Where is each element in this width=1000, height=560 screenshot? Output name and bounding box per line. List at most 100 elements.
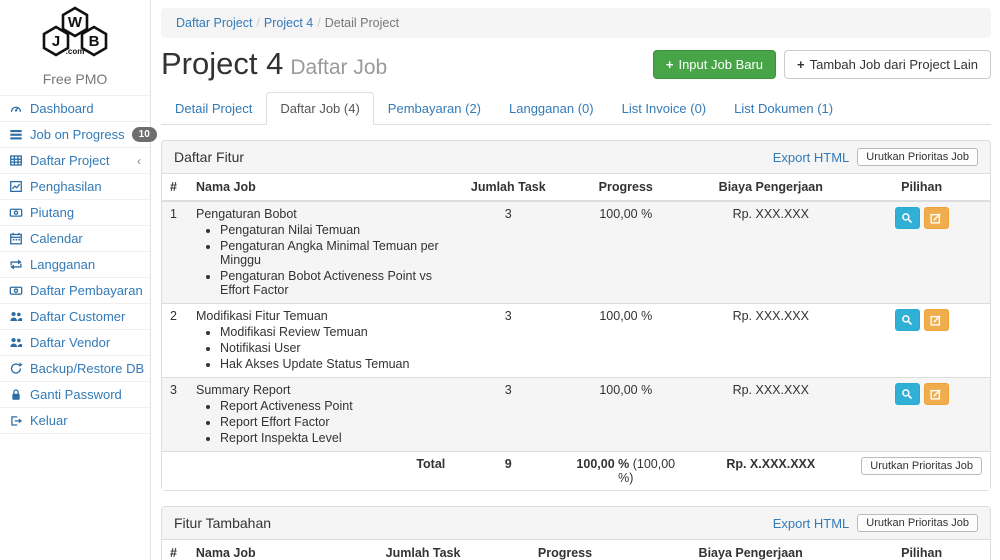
col-number: # [162,540,188,560]
view-job-button[interactable] [895,207,920,229]
tab-list-dokumen[interactable]: List Dokumen (1) [720,92,847,125]
table-row: 1 Pengaturan Bobot Pengaturan Nilai Temu… [162,201,990,304]
svg-text:J: J [52,33,60,50]
sidebar-item-label: Dashboard [30,101,94,116]
table-header-row: # Nama Job Jumlah Task Progress Biaya Pe… [162,540,990,560]
input-job-baru-button[interactable]: + Input Job Baru [653,50,776,79]
col-nama-job: Nama Job [188,540,364,560]
task-list-icon [9,128,23,141]
breadcrumb-separator: / [252,16,263,30]
sidebar-item-piutang[interactable]: Piutang [0,199,150,225]
breadcrumb: Daftar Project/Project 4/Detail Project [161,8,991,38]
svg-text:.com: .com [66,47,85,56]
main-content: Daftar Project/Project 4/Detail Project … [151,0,1000,560]
col-biaya-pengerjaan: Biaya Pengerjaan [688,174,853,201]
sidebar-item-daftar-pembayaran[interactable]: Daftar Pembayaran [0,277,150,303]
tab-pembayaran[interactable]: Pembayaran (2) [374,92,495,125]
progress-value: 100,00 % [563,201,688,304]
sidebar-item-job-on-progress[interactable]: Job on Progress 10 [0,121,150,147]
jumlah-task-value: 3 [453,304,563,378]
button-label: Tambah Job dari Project Lain [810,57,978,72]
tab-detail-project[interactable]: Detail Project [161,92,266,125]
money-icon [9,284,23,297]
col-number: # [162,174,188,201]
empty-cell [162,452,188,491]
progress-value: 100,00 % [563,304,688,378]
fitur-tambahan-table: # Nama Job Jumlah Task Progress Biaya Pe… [162,540,990,560]
sidebar-item-dashboard[interactable]: Dashboard [0,95,150,121]
sidebar-item-label: Backup/Restore DB [30,361,144,376]
jumlah-task-value: 3 [453,378,563,452]
app-logo: W J B .com [0,0,150,69]
edit-job-button[interactable] [924,207,949,229]
view-job-button[interactable] [895,309,920,331]
sidebar-item-keluar[interactable]: Keluar [0,407,150,434]
repeat-icon [9,258,23,271]
pilihan-cell [853,378,990,452]
edit-job-button[interactable] [924,383,949,405]
refresh-icon [9,362,23,375]
calendar-icon [9,232,23,245]
sidebar-item-penghasilan[interactable]: Penghasilan [0,173,150,199]
breadcrumb-daftar-project[interactable]: Daftar Project [176,16,252,30]
sidebar-item-backup-restore-db[interactable]: Backup/Restore DB [0,355,150,381]
daftar-fitur-panel: Daftar Fitur Export HTML Urutkan Priorit… [161,140,991,491]
sidebar-item-label: Daftar Vendor [30,335,110,350]
panel-title: Fitur Tambahan [174,515,271,531]
sidebar-item-daftar-customer[interactable]: Daftar Customer [0,303,150,329]
urutkan-prioritas-job-button[interactable]: Urutkan Prioritas Job [857,148,978,166]
fitur-tambahan-panel: Fitur Tambahan Export HTML Urutkan Prior… [161,506,991,560]
sidebar-item-daftar-vendor[interactable]: Daftar Vendor [0,329,150,355]
panel-heading: Daftar Fitur Export HTML Urutkan Priorit… [162,141,990,174]
edit-job-button[interactable] [924,309,949,331]
tambah-job-dari-project-lain-button[interactable]: + Tambah Job dari Project Lain [784,50,991,79]
col-progress: Progress [563,174,688,201]
page-title: Project 4 [161,46,283,81]
sidebar-item-langganan[interactable]: Langganan [0,251,150,277]
job-sub-tasks: Pengaturan Nilai Temuan Pengaturan Angka… [220,223,445,297]
sub-task: Hak Akses Update Status Temuan [220,357,445,371]
line-chart-icon [9,180,23,193]
daftar-fitur-table: # Nama Job Jumlah Task Progress Biaya Pe… [162,174,990,490]
chevron-left-icon: ‹ [137,154,141,168]
col-jumlah-task: Jumlah Task [453,174,563,201]
urutkan-prioritas-job-button[interactable]: Urutkan Prioritas Job [861,457,982,475]
col-biaya-pengerjaan: Biaya Pengerjaan [648,540,853,560]
sidebar-item-label: Daftar Project [30,153,109,168]
dashboard-icon [9,102,23,115]
table-row: 2 Modifikasi Fitur Temuan Modifikasi Rev… [162,304,990,378]
sidebar-item-daftar-project[interactable]: Daftar Project ‹ [0,147,150,173]
job-name-cell: Summary Report Report Activeness Point R… [188,378,453,452]
sidebar-item-calendar[interactable]: Calendar [0,225,150,251]
sidebar-item-label: Calendar [30,231,83,246]
view-job-button[interactable] [895,383,920,405]
table-icon [9,154,23,167]
job-name: Pengaturan Bobot [196,207,297,221]
sidebar-item-label: Piutang [30,205,74,220]
progress-value: 100,00 % [563,378,688,452]
breadcrumb-separator: / [313,16,324,30]
panel-title: Daftar Fitur [174,149,244,165]
col-nama-job: Nama Job [188,174,453,201]
job-name: Modifikasi Fitur Temuan [196,309,328,323]
job-name-cell: Modifikasi Fitur Temuan Modifikasi Revie… [188,304,453,378]
urutkan-prioritas-job-button[interactable]: Urutkan Prioritas Job [857,514,978,532]
sidebar-item-ganti-password[interactable]: Ganti Password [0,381,150,407]
total-cost: Rp. X.XXX.XXX [688,452,853,491]
job-count-badge: 10 [132,127,157,142]
biaya-value: Rp. XXX.XXX [688,378,853,452]
export-html-link[interactable]: Export HTML [773,150,850,165]
sub-task: Notifikasi User [220,341,445,355]
sign-out-icon [9,414,23,427]
tab-list-invoice[interactable]: List Invoice (0) [608,92,721,125]
sub-task: Pengaturan Nilai Temuan [220,223,445,237]
export-html-link[interactable]: Export HTML [773,516,850,531]
total-tasks: 9 [453,452,563,491]
brand-name: Free PMO [0,71,150,87]
breadcrumb-project-4[interactable]: Project 4 [264,16,313,30]
sub-task: Pengaturan Bobot Activeness Point vs Eff… [220,269,445,297]
header-buttons: + Input Job Baru + Tambah Job dari Proje… [653,50,991,79]
tab-langganan[interactable]: Langganan (0) [495,92,608,125]
sidebar-item-label: Ganti Password [30,387,122,402]
tab-daftar-job[interactable]: Daftar Job (4) [266,92,373,125]
